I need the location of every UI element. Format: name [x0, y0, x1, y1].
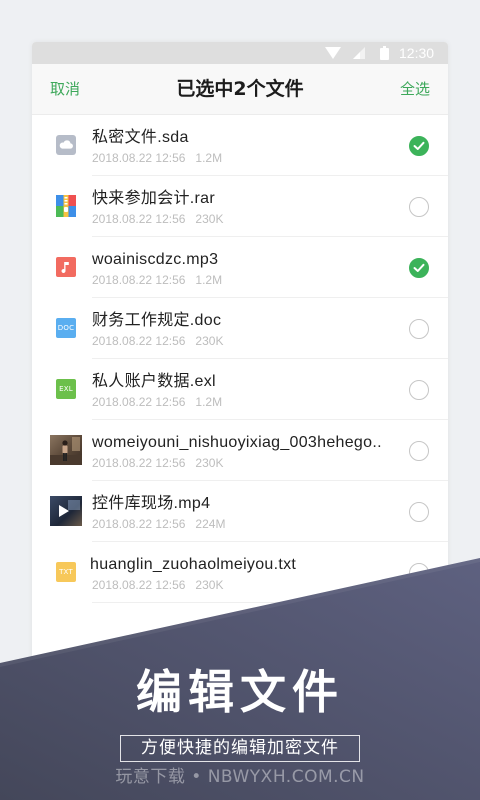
- banner-headline: 编辑文件: [136, 665, 344, 719]
- banner-subtitle: 方便快捷的编辑加密文件: [120, 735, 360, 762]
- watermark: 玩意下载 • NBWYXH.COM.CN: [115, 767, 365, 787]
